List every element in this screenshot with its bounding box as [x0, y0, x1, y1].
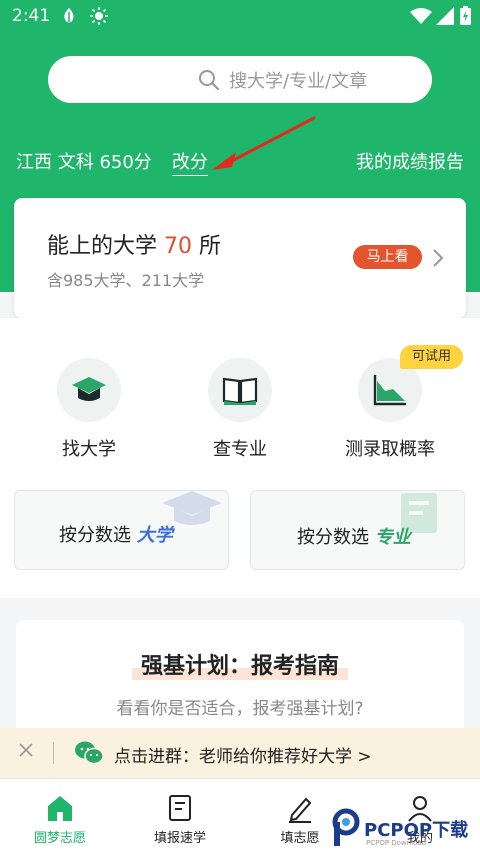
- summary-title: 能上的大学 70 所: [47, 228, 221, 260]
- pcpop-logo-icon: [332, 808, 360, 846]
- article-subtitle: 看看你是否适合，报考强基计划?: [116, 699, 364, 719]
- find-major-button[interactable]: 查专业: [180, 358, 300, 468]
- select-by-score-major[interactable]: 按分数选 专业: [250, 490, 465, 570]
- section-divider: [0, 598, 480, 620]
- select-box-highlight: 专业: [374, 527, 411, 548]
- modify-score-link[interactable]: 改分: [172, 148, 208, 176]
- select-box-prefix: 按分数选: [59, 525, 131, 546]
- wechat-icon: [75, 741, 104, 765]
- signal-icon: [436, 7, 454, 25]
- select-box-highlight: 大学: [136, 525, 173, 546]
- watermark-subtext: PCPOP Download: [366, 839, 427, 847]
- select-box-label: 按分数选 大学: [59, 521, 173, 547]
- select-by-score-university[interactable]: 按分数选 大学: [14, 490, 229, 570]
- feature-label: 找大学: [62, 439, 116, 460]
- trial-badge: 可试用: [400, 345, 463, 369]
- university-count: 70: [164, 234, 193, 259]
- home-icon: [48, 796, 72, 821]
- tab-label: 圆梦志愿: [33, 831, 86, 846]
- document-icon: [169, 795, 191, 821]
- score-info: 江西 文科 650分: [16, 152, 152, 173]
- view-now-button[interactable]: 马上看: [353, 245, 422, 269]
- graduation-cap-icon: [72, 377, 106, 401]
- summary-title-suffix: 所: [199, 234, 222, 259]
- search-icon: [199, 70, 220, 91]
- app-notification-icon: [64, 8, 74, 23]
- feature-label: 查专业: [213, 439, 267, 460]
- join-group-banner[interactable]: 点击进群：老师给你推荐好大学 >: [0, 728, 480, 778]
- feature-icon-bg: [208, 358, 272, 422]
- summary-subtitle: 含985大学、211大学: [47, 271, 205, 290]
- tab-learn[interactable]: 填报速学: [120, 779, 240, 855]
- open-book-icon: [222, 377, 258, 405]
- article-title: 强基计划：报考指南: [140, 654, 339, 679]
- status-bar: 2:41: [0, 0, 480, 32]
- select-box-prefix: 按分数选: [297, 527, 369, 548]
- banner-text: 点击进群：老师给你推荐好大学 >: [114, 747, 372, 767]
- find-university-button[interactable]: 找大学: [29, 358, 149, 468]
- chevron-right-icon[interactable]: [432, 248, 444, 268]
- feature-label: 测录取概率: [345, 439, 435, 460]
- article-card[interactable]: 强基计划：报考指南 看看你是否适合，报考强基计划?: [16, 620, 464, 740]
- admission-probability-button[interactable]: 测录取概率: [330, 358, 450, 468]
- score-report-link[interactable]: 我的成绩报告: [356, 148, 464, 174]
- watermark-logo: PCPOP下载 PCPOP Download: [330, 808, 480, 855]
- status-time: 2:41: [12, 6, 51, 26]
- sun-icon: [90, 7, 108, 25]
- feature-icon-bg: [57, 358, 121, 422]
- search-placeholder: 搜大学/专业/文章: [229, 71, 368, 92]
- summary-title-prefix: 能上的大学: [47, 234, 158, 259]
- area-chart-icon: [373, 375, 406, 406]
- tab-label: 填报速学: [153, 831, 206, 846]
- banner-divider: [53, 742, 54, 764]
- annotation-arrow: [212, 116, 316, 170]
- search-bar[interactable]: 搜大学/专业/文章: [48, 56, 432, 103]
- tab-home[interactable]: 圆梦志愿: [0, 779, 120, 855]
- wifi-icon: [410, 8, 432, 24]
- close-icon[interactable]: [18, 742, 34, 758]
- pen-icon: [289, 797, 312, 823]
- select-box-label: 按分数选 专业: [297, 523, 411, 549]
- battery-icon: [460, 6, 471, 25]
- admission-summary-card[interactable]: 能上的大学 70 所 含985大学、211大学 马上看: [14, 198, 466, 318]
